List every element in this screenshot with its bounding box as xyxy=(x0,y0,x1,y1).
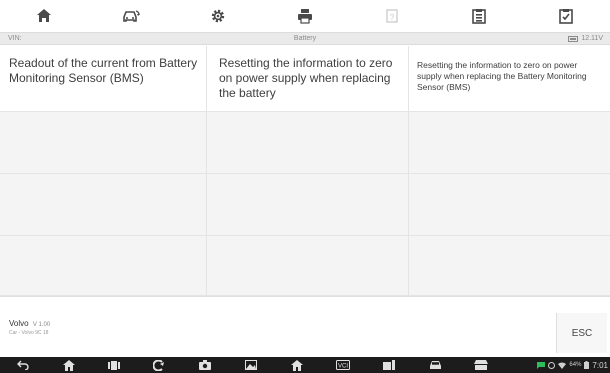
top-toolbar: ? xyxy=(0,0,610,32)
save-icon xyxy=(471,9,486,24)
vehicle-path: Car - Volvo 9C 18 xyxy=(9,330,49,336)
system-nav-bar: VCI 64% 7:01 xyxy=(0,357,610,373)
vehicle-menu-icon xyxy=(383,360,395,370)
clock: 7:01 xyxy=(592,360,608,370)
status-area: 64% 7:01 xyxy=(537,359,608,371)
recent-apps-button[interactable] xyxy=(92,357,136,373)
table-cell xyxy=(409,236,610,296)
info-bar: VIN: Battery 12.11V xyxy=(0,32,610,45)
table-cell xyxy=(0,236,207,296)
network-icon xyxy=(548,361,556,369)
vehicle-make: Volvo xyxy=(9,319,29,328)
voltage-value: 12.11V xyxy=(581,35,603,42)
help-button[interactable]: ? xyxy=(348,0,435,32)
image-icon xyxy=(245,360,257,370)
app-home-button[interactable] xyxy=(274,357,320,373)
home-icon xyxy=(36,9,51,22)
page-title: Battery xyxy=(293,35,317,42)
shop-button[interactable] xyxy=(458,357,504,373)
function-table: Readout of the current from Battery Moni… xyxy=(0,46,610,296)
print-icon xyxy=(297,9,312,24)
table-cell xyxy=(409,112,610,174)
home-icon xyxy=(63,359,75,371)
camera-icon xyxy=(199,360,211,370)
data-logging-button[interactable] xyxy=(522,0,609,32)
back-button[interactable] xyxy=(0,357,46,373)
table-header-cell[interactable]: Readout of the current from Battery Moni… xyxy=(0,46,207,112)
wifi-icon xyxy=(558,361,567,369)
battery-status-icon xyxy=(584,361,590,369)
vehicle-swap-icon xyxy=(122,10,140,22)
print-button[interactable] xyxy=(261,0,348,32)
vehicle-info: Volvo V 1.00 xyxy=(9,319,50,328)
table-cell xyxy=(207,236,409,296)
vehicle-menu-button[interactable] xyxy=(366,357,412,373)
home-button[interactable] xyxy=(0,0,87,32)
remote-button[interactable] xyxy=(136,357,182,373)
footer-bar: Volvo V 1.00 Car - Volvo 9C 18 ESC xyxy=(0,296,610,357)
settings-button[interactable] xyxy=(174,0,261,32)
settings-icon xyxy=(211,9,224,23)
save-button[interactable] xyxy=(435,0,522,32)
svg-text:VCI: VCI xyxy=(338,364,348,370)
table-header-cell[interactable]: Resetting the information to zero on pow… xyxy=(207,46,409,112)
esc-button[interactable]: ESC xyxy=(556,313,607,353)
table-cell xyxy=(207,174,409,236)
svg-text:?: ? xyxy=(389,13,394,22)
message-icon xyxy=(537,361,546,369)
table-cell xyxy=(0,112,207,174)
nav-home-button[interactable] xyxy=(46,357,92,373)
home-icon xyxy=(291,359,303,371)
vci-icon: VCI xyxy=(336,360,350,370)
screenshot-button[interactable] xyxy=(182,357,228,373)
data-logging-icon xyxy=(558,9,573,24)
battery-icon xyxy=(568,35,579,42)
car-button[interactable] xyxy=(412,357,458,373)
table-cell xyxy=(0,174,207,236)
table-header-cell[interactable]: Resetting the information to zero on pow… xyxy=(409,46,610,112)
table-cell xyxy=(409,174,610,236)
recent-apps-icon xyxy=(108,361,120,370)
remote-support-icon xyxy=(153,359,164,371)
help-icon: ? xyxy=(385,9,398,23)
battery-voltage: 12.11V xyxy=(568,35,603,42)
vci-button[interactable]: VCI xyxy=(320,357,366,373)
battery-percent: 64% xyxy=(569,362,582,368)
car-icon xyxy=(429,361,441,369)
vehicle-swap-button[interactable] xyxy=(87,0,174,32)
gallery-button[interactable] xyxy=(228,357,274,373)
software-version: V 1.00 xyxy=(32,322,51,328)
table-cell xyxy=(207,112,409,174)
back-icon xyxy=(17,360,29,370)
shop-icon xyxy=(474,360,488,370)
